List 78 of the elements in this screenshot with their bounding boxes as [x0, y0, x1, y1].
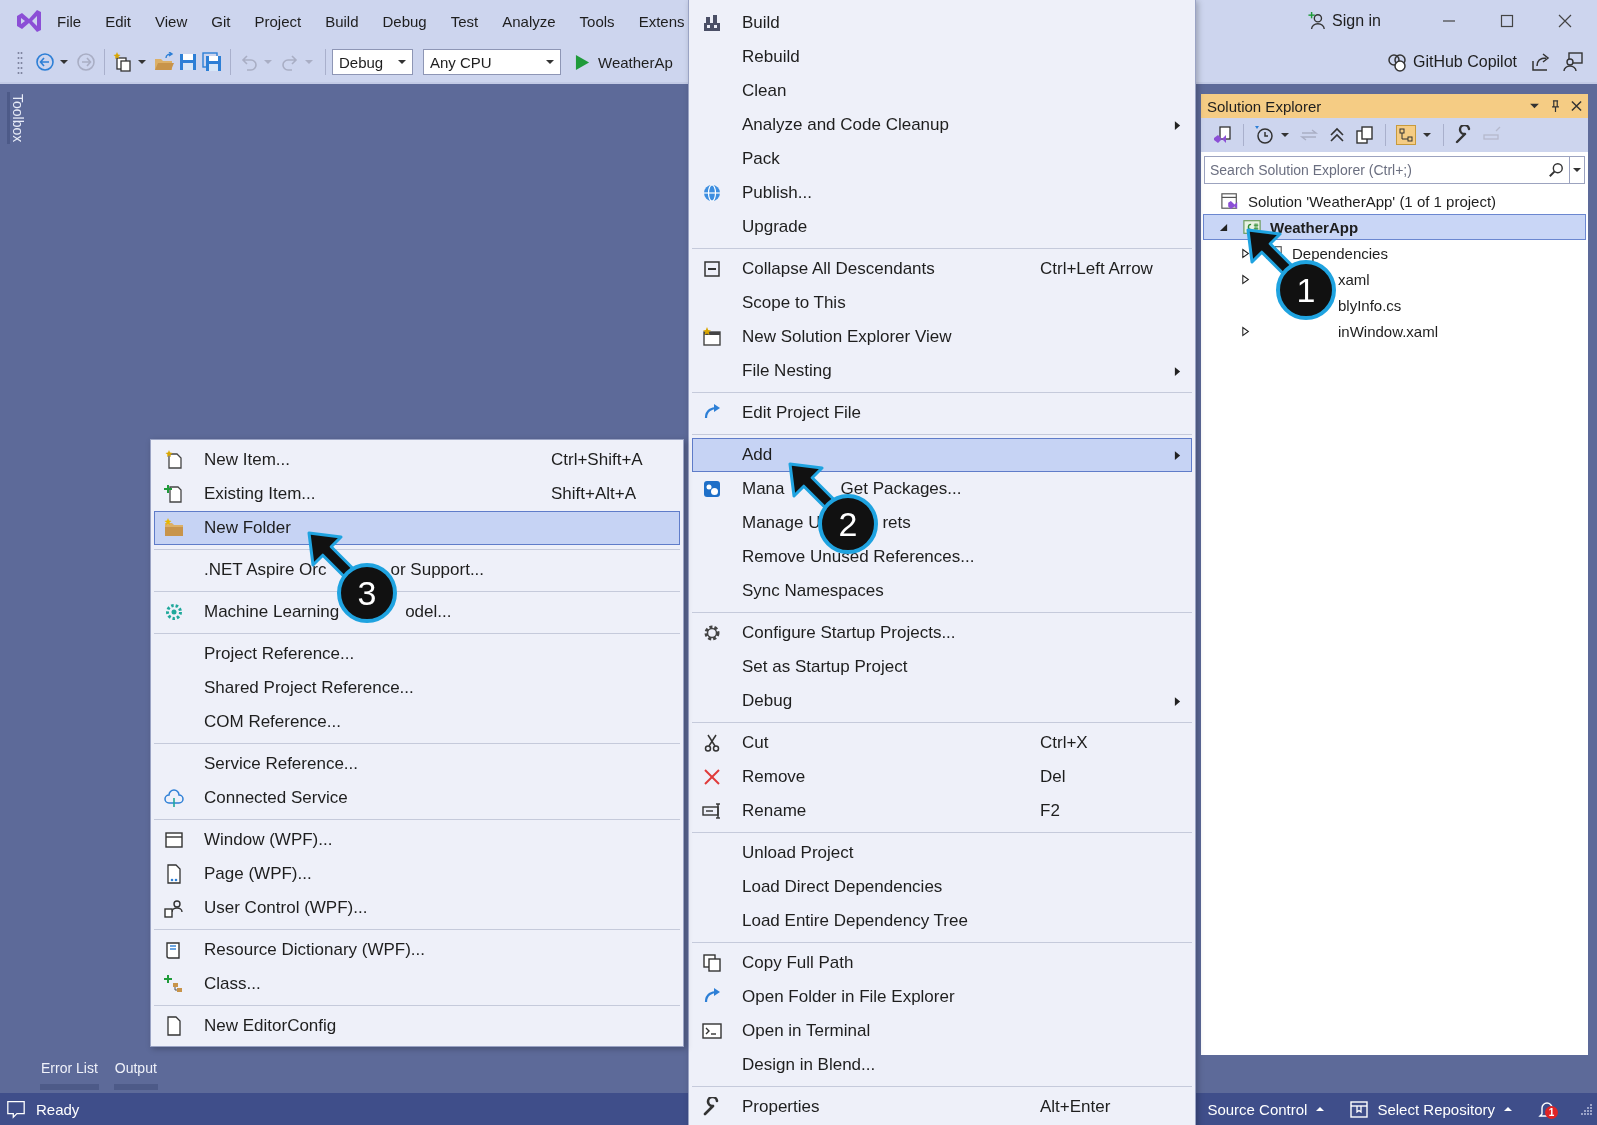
- configuration-dropdown[interactable]: Debug: [332, 49, 413, 75]
- menu-item[interactable]: Remove Del: [692, 760, 1192, 794]
- menu-item[interactable]: Load Entire Dependency Tree: [692, 904, 1192, 938]
- menu-item[interactable]: Rename F2: [692, 794, 1192, 828]
- notification-badge: 1: [1545, 1106, 1558, 1119]
- menu-item[interactable]: New Solution Explorer View: [692, 320, 1192, 354]
- menu-item[interactable]: Class...: [154, 967, 680, 1001]
- search-input[interactable]: Search Solution Explorer (Ctrl+;): [1205, 162, 1548, 178]
- menu-item[interactable]: Page (WPF)...: [154, 857, 680, 891]
- selected-tree-row[interactable]: WeatherApp: [1203, 214, 1586, 240]
- status-text: Ready: [36, 1100, 80, 1118]
- menu-item[interactable]: Connected Service: [154, 781, 680, 815]
- menu-item[interactable]: Upgrade: [692, 210, 1192, 244]
- menu-item[interactable]: Edit Project File: [692, 396, 1192, 430]
- menu-item[interactable]: Pack: [692, 142, 1192, 176]
- menu-item[interactable]: Resource Dictionary (WPF)...: [154, 933, 680, 967]
- menu-item[interactable]: Shared Project Reference...: [154, 671, 680, 705]
- menu-item[interactable]: New Item... Ctrl+Shift+A: [154, 443, 680, 477]
- menu-item-label[interactable]: or Support...: [390, 560, 485, 580]
- menu-bar-item[interactable]: View: [143, 12, 200, 30]
- menu-item[interactable]: Analyze and Code Cleanup: [692, 108, 1192, 142]
- menu-item[interactable]: Existing Item... Shift+Alt+A: [154, 477, 680, 511]
- menu-item-label[interactable]: rets: [882, 513, 911, 533]
- menu-item[interactable]: Unload Project: [692, 836, 1192, 870]
- menu-item[interactable]: Service Reference...: [154, 747, 680, 781]
- menu-item[interactable]: Project Reference...: [154, 637, 680, 671]
- menu-item[interactable]: COM Reference...: [154, 705, 680, 739]
- tree-item-label: WeatherApp: [1270, 218, 1359, 236]
- menu-item[interactable]: Design in Blend...: [692, 1048, 1192, 1082]
- menu-bar-item[interactable]: Test: [438, 12, 491, 30]
- tree-item-label[interactable]: inWindow.xaml: [1338, 322, 1439, 340]
- menu-bar-item[interactable]: Edit: [93, 12, 144, 30]
- menu-item[interactable]: Build: [692, 6, 1192, 40]
- search-field[interactable]: Search Solution Explorer (Ctrl+;): [1204, 156, 1585, 184]
- sign-in-button[interactable]: Sign in: [1332, 12, 1381, 30]
- menu-item[interactable]: Load Direct Dependencies: [692, 870, 1192, 904]
- tree-item-label[interactable]: Dependencies: [1292, 244, 1388, 262]
- menu-bar-item[interactable]: File: [45, 12, 94, 30]
- menu-item[interactable]: Properties Alt+Enter: [692, 1090, 1192, 1124]
- menu-item[interactable]: Clean: [692, 74, 1192, 108]
- menu-item[interactable]: Cut Ctrl+X: [692, 726, 1192, 760]
- menu-item[interactable]: User Control (WPF)...: [154, 891, 680, 925]
- panel-title: Solution Explorer: [1207, 97, 1323, 115]
- menu-bar-item[interactable]: Analyze: [490, 12, 568, 30]
- menu-item[interactable]: Copy Full Path: [692, 946, 1192, 980]
- menu-item[interactable]: Configure Startup Projects...: [692, 616, 1192, 650]
- menu-item[interactable]: File Nesting: [692, 354, 1192, 388]
- menu-bar-item[interactable]: Tools: [567, 12, 627, 30]
- menu-bar-item[interactable]: Debug: [370, 12, 439, 30]
- menu-item[interactable]: Add: [692, 438, 1192, 472]
- menu-item[interactable]: Open Folder in File Explorer: [692, 980, 1192, 1014]
- menu-bar-item[interactable]: Git: [199, 12, 243, 30]
- menu-item[interactable]: New Folder: [154, 511, 680, 545]
- menu-item[interactable]: Window (WPF)...: [154, 823, 680, 857]
- select-repository-button[interactable]: Select Repository: [1377, 1100, 1495, 1118]
- copilot-button[interactable]: GitHub Copilot: [1412, 53, 1517, 71]
- menu-item-label[interactable]: Machine Learning: [204, 602, 340, 622]
- menu-item[interactable]: Collapse All Descendants Ctrl+Left Arrow: [692, 252, 1192, 286]
- tree-item-label[interactable]: blyInfo.cs: [1338, 296, 1402, 314]
- menu-item[interactable]: Open in Terminal: [692, 1014, 1192, 1048]
- menu-item-label[interactable]: odel...: [405, 602, 452, 622]
- menu-item[interactable]: Publish...: [692, 176, 1192, 210]
- menu-item[interactable]: Sync Namespaces: [692, 574, 1192, 608]
- platform-dropdown[interactable]: Any CPU: [423, 49, 561, 75]
- menu-item[interactable]: Scope to This: [692, 286, 1192, 320]
- source-control-button[interactable]: Source Control: [1207, 1100, 1308, 1118]
- menu-bar-item[interactable]: Project: [242, 12, 314, 30]
- menu-item-label[interactable]: .NET Aspire Orc: [204, 560, 327, 580]
- tree-item-label[interactable]: xaml: [1338, 270, 1370, 288]
- menu-item[interactable]: Debug: [692, 684, 1192, 718]
- menu-item[interactable]: New EditorConfig: [154, 1009, 680, 1043]
- menu-bar-item[interactable]: Build: [313, 12, 371, 30]
- toolbox-tab[interactable]: Toolbox: [6, 92, 26, 145]
- menu-item[interactable]: Set as Startup Project: [692, 650, 1192, 684]
- menu-item-label[interactable]: Mana: [742, 479, 785, 499]
- tree-item-label[interactable]: Solution 'WeatherApp' (1 of 1 project): [1248, 192, 1497, 210]
- run-target[interactable]: WeatherAp: [598, 53, 673, 71]
- menu-item[interactable]: Rebuild: [692, 40, 1192, 74]
